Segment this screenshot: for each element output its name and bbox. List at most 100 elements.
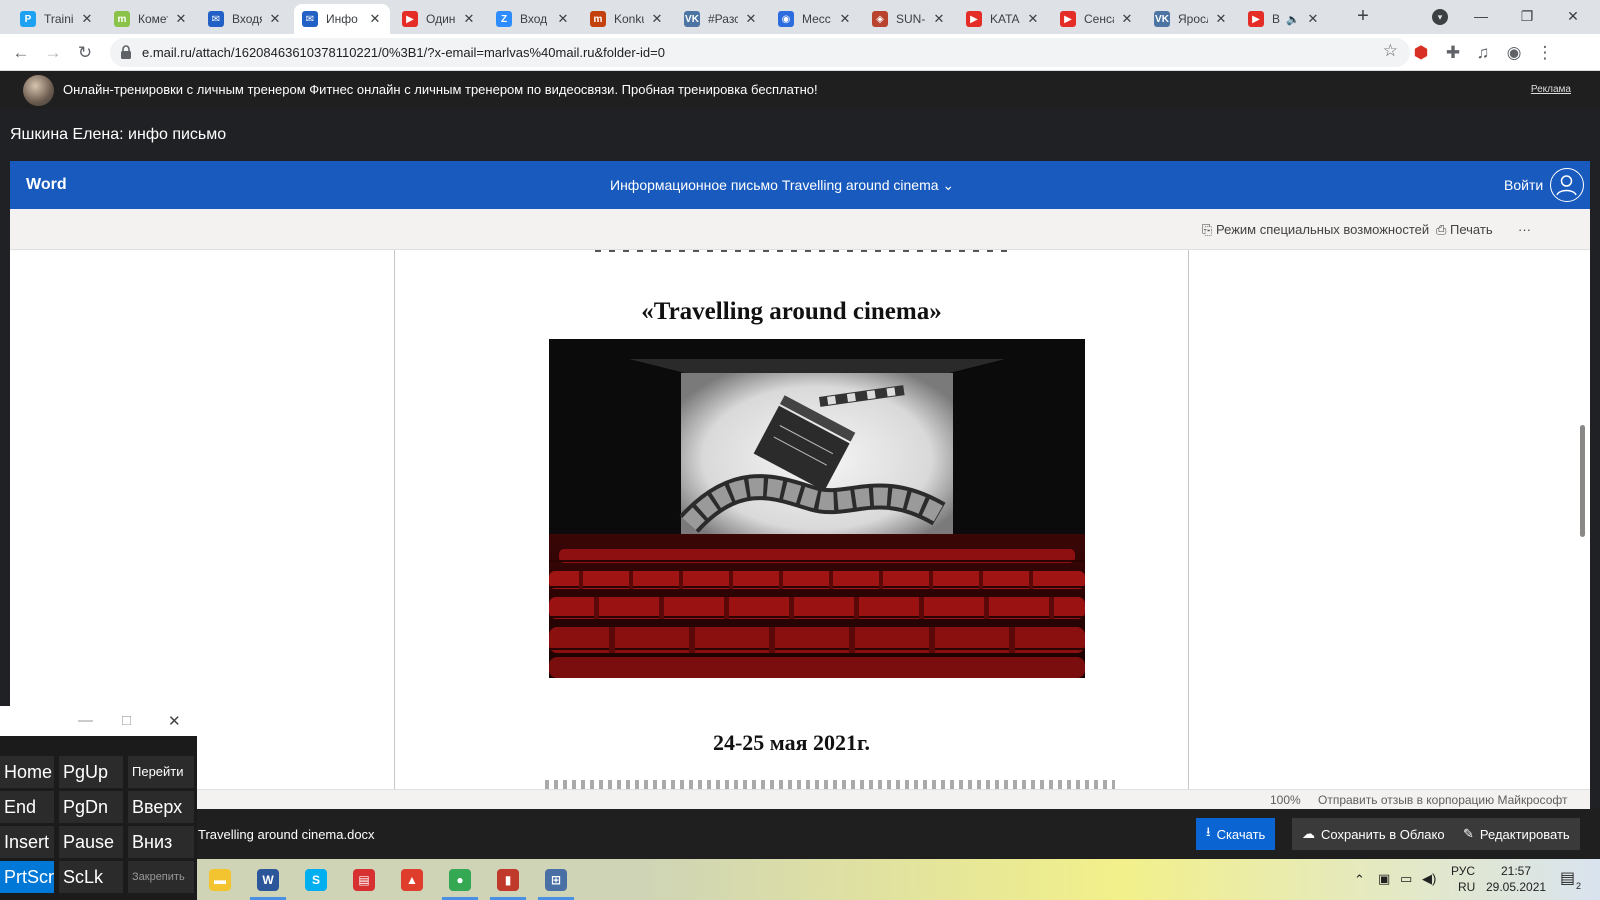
back-icon[interactable]: ← (10, 42, 32, 64)
keyboard-key[interactable]: ScLk (59, 861, 123, 893)
keyboard-key[interactable]: Insert (0, 826, 54, 858)
document-page[interactable]: «Travelling around cinema» 24-25 мая 202… (394, 250, 1189, 789)
tab-search-icon[interactable]: ▾ (1432, 9, 1448, 25)
browser-tab[interactable]: ▶ Сенса ✕ (1052, 4, 1142, 34)
keyboard-key[interactable]: Перейти (128, 756, 194, 788)
vertical-scrollbar[interactable] (1580, 425, 1585, 537)
browser-tab[interactable]: ▶ KATA ✕ (958, 4, 1048, 34)
tray-device-icon[interactable]: ▣ (1378, 871, 1390, 887)
address-bar[interactable]: e.mail.ru/attach/16208463610378110221/0%… (110, 38, 1410, 67)
forward-icon[interactable]: → (42, 42, 64, 64)
more-options-button[interactable]: ··· (1518, 222, 1531, 237)
print-button[interactable]: ⎙ Печать (1436, 222, 1493, 238)
tab-close-icon[interactable]: ✕ (932, 11, 946, 27)
language-indicator[interactable]: РУС (1451, 864, 1475, 878)
reload-icon[interactable]: ↻ (74, 42, 96, 64)
tray-chevron-icon[interactable]: ⌃ (1354, 872, 1365, 888)
keyboard-key[interactable]: End (0, 791, 54, 823)
tab-close-icon[interactable]: ✕ (1120, 11, 1134, 27)
ad-banner[interactable]: Онлайн-тренировки с личным тренером Фитн… (0, 71, 1600, 109)
accessibility-mode-button[interactable]: ⎘ Режим специальных возможностей (1202, 222, 1429, 238)
media-control-icon[interactable]: ♫ (1472, 42, 1494, 64)
browser-tab[interactable]: VK #Разс ✕ (676, 4, 766, 34)
save-to-cloud-button[interactable]: ☁ Сохранить в Облако (1292, 818, 1455, 850)
browser-tab[interactable]: ◉ Месс ✕ (770, 4, 860, 34)
document-title[interactable]: Информационное письмо Travelling around … (610, 177, 954, 194)
browser-menu-icon[interactable]: ⋮ (1534, 42, 1556, 64)
signin-link[interactable]: Войти (1504, 177, 1543, 193)
extensions-puzzle-icon[interactable]: ✚ (1442, 42, 1464, 64)
reader-app-icon[interactable]: ▮ (488, 864, 528, 900)
tab-title: Яросл (1178, 12, 1208, 26)
document-canvas[interactable]: «Travelling around cinema» 24-25 мая 202… (10, 250, 1590, 789)
book-app-icon[interactable]: ▤ (344, 864, 384, 896)
tab-close-icon[interactable]: ✕ (556, 11, 570, 27)
skype-app-icon[interactable]: S (296, 864, 336, 896)
browser-tab[interactable]: Z Вход ✕ (488, 4, 578, 34)
network-app-icon[interactable]: ⊞ (536, 864, 576, 900)
tab-close-icon[interactable]: ✕ (838, 11, 852, 27)
battery-icon[interactable]: ▭ (1400, 871, 1412, 887)
chrome-app-icon[interactable]: ● (440, 864, 480, 900)
pdf-app-icon[interactable]: ▲ (392, 864, 432, 896)
browser-tab[interactable]: ◈ SUN- ✕ (864, 4, 954, 34)
tab-favicon-icon: ✉ (208, 11, 224, 27)
keyboard-title-bar[interactable]: — □ ✕ (0, 706, 197, 736)
keyboard-minimize-icon[interactable]: — (78, 712, 93, 729)
keyboard-key[interactable]: Home (0, 756, 54, 788)
window-restore-icon[interactable]: ❐ (1504, 4, 1550, 28)
tab-close-icon[interactable]: ✕ (462, 11, 476, 27)
window-minimize-icon[interactable]: — (1458, 4, 1504, 28)
tab-favicon-icon: Z (496, 11, 512, 27)
keyboard-key[interactable]: PgDn (59, 791, 123, 823)
browser-tab[interactable]: m Konku ✕ (582, 4, 672, 34)
word-brand[interactable]: Word (26, 176, 67, 194)
feedback-link[interactable]: Отправить отзыв в корпорацию Майкрософт (1318, 793, 1567, 807)
keyboard-maximize-icon[interactable]: □ (122, 712, 131, 729)
new-tab-button[interactable]: + (1352, 6, 1374, 28)
word-app-icon[interactable]: W (248, 864, 288, 900)
url-text[interactable]: e.mail.ru/attach/16208463610378110221/0%… (142, 45, 665, 60)
keyboard-close-icon[interactable]: ✕ (168, 712, 181, 730)
tab-close-icon[interactable]: ✕ (650, 11, 664, 27)
tab-close-icon[interactable]: ✕ (744, 11, 758, 27)
keyboard-key[interactable]: PgUp (59, 756, 123, 788)
tab-close-icon[interactable]: ✕ (174, 11, 188, 27)
tab-audio-icon[interactable]: 🔈 (1286, 13, 1300, 26)
browser-tab[interactable]: P Trainin ✕ (12, 4, 102, 34)
keyboard-key[interactable]: PrtScn (0, 861, 54, 893)
browser-tab[interactable]: ▶ В 🔈 ✕ (1240, 4, 1328, 34)
browser-tab[interactable]: ▶ Один ✕ (394, 4, 484, 34)
ad-label[interactable]: Реклама (1531, 84, 1571, 95)
tab-close-icon[interactable]: ✕ (368, 11, 382, 27)
keyboard-key[interactable]: Вниз (128, 826, 194, 858)
tab-close-icon[interactable]: ✕ (1026, 11, 1040, 27)
window-close-icon[interactable]: ✕ (1550, 4, 1596, 28)
keyboard-key[interactable]: Закрепить (128, 861, 194, 893)
language-region[interactable]: RU (1458, 880, 1475, 894)
user-icon[interactable] (1550, 168, 1584, 202)
notifications-icon[interactable]: ▤ (1560, 868, 1575, 888)
bookmark-star-icon[interactable]: ☆ (1383, 41, 1398, 61)
tab-close-icon[interactable]: ✕ (1214, 11, 1228, 27)
keyboard-key[interactable]: Pause (59, 826, 123, 858)
file-explorer-icon[interactable]: ▬ (200, 864, 240, 896)
edit-button[interactable]: ✎ Редактировать (1453, 818, 1580, 850)
clock-date[interactable]: 29.05.2021 (1486, 880, 1546, 894)
download-button[interactable]: ⭳ Скачать (1196, 818, 1276, 850)
ad-text[interactable]: Онлайн-тренировки с личным тренером Фитн… (63, 82, 818, 97)
tab-close-icon[interactable]: ✕ (80, 11, 94, 27)
keyboard-key[interactable]: Вверх (128, 791, 194, 823)
browser-tab[interactable]: ✉ Инфо ✕ (294, 4, 390, 34)
attachment-title: Яшкина Елена: инфо письмо (10, 126, 227, 143)
browser-tab[interactable]: ✉ Входя ✕ (200, 4, 290, 34)
browser-tab[interactable]: m Комет ✕ (106, 4, 196, 34)
tab-close-icon[interactable]: ✕ (268, 11, 282, 27)
tab-close-icon[interactable]: ✕ (1306, 11, 1320, 27)
adblock-extension-icon[interactable]: ⬢ (1410, 42, 1432, 64)
volume-icon[interactable]: ◀) (1422, 871, 1436, 887)
browser-tab[interactable]: VK Яросл ✕ (1146, 4, 1236, 34)
zoom-level[interactable]: 100% (1270, 793, 1301, 807)
clock-time[interactable]: 21:57 (1501, 864, 1531, 878)
profile-avatar-icon[interactable]: ◉ (1503, 42, 1525, 64)
